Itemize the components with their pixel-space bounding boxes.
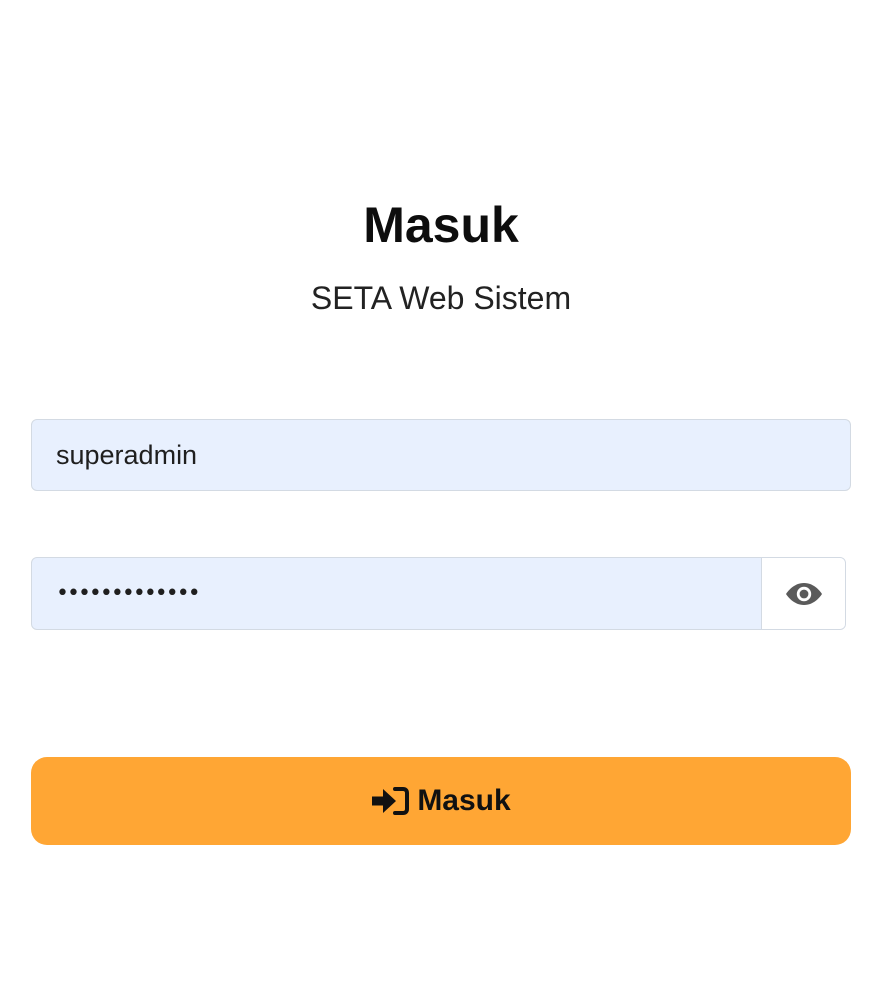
eye-icon [785, 582, 822, 605]
page-subtitle: SETA Web Sistem [310, 280, 572, 316]
login-page: Masuk SETA Web Sistem ••••••••••••• Masu… [0, 0, 882, 1000]
password-field-group: ••••••••••••• [31, 557, 846, 630]
login-button-label: Masuk [417, 784, 511, 817]
sign-in-icon [371, 786, 410, 816]
password-input[interactable] [32, 558, 761, 629]
login-button[interactable]: Masuk [31, 757, 851, 845]
show-password-button[interactable] [761, 558, 845, 629]
username-input[interactable] [32, 420, 850, 490]
page-title: Masuk [363, 197, 519, 253]
password-input-wrapper: ••••••••••••• [32, 558, 761, 629]
username-field-wrapper [31, 419, 851, 491]
